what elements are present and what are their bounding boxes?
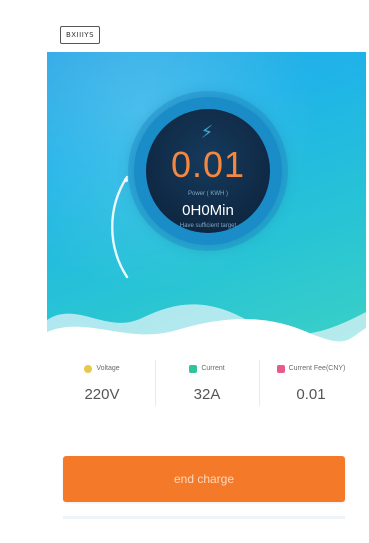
divider [259, 360, 260, 406]
stat-current-value: 32A [193, 386, 221, 403]
divider [155, 360, 156, 406]
power-value: 0.01 [170, 144, 246, 185]
time-value: 0H0Min [182, 202, 234, 219]
status-tag: BXIIIYS [60, 26, 101, 44]
power-label: Power ( KWH ) [187, 191, 228, 197]
stat-current-head: Current [157, 362, 257, 376]
bolt-icon: ⚡ [200, 122, 214, 143]
stat-voltage: Voltage 220V [52, 342, 152, 422]
fee-icon [276, 365, 285, 373]
stat-voltage-head: Voltage [52, 362, 152, 376]
current-icon [189, 365, 198, 373]
stats-row: Voltage 220V Current 32A Current Fee(CNY… [47, 342, 366, 422]
stat-current: Current 32A [157, 342, 257, 422]
stat-fee: Current Fee(CNY) 0.01 [261, 342, 361, 422]
footer-divider [63, 516, 345, 519]
stat-fee-label: Current Fee(CNY) [288, 365, 346, 372]
stat-current-label: Current [201, 365, 225, 372]
stat-fee-head: Current Fee(CNY) [261, 362, 361, 376]
voltage-icon [84, 365, 93, 373]
charging-panel: ⚡ 0.01 Power ( KWH ) 0H0Min Have suffici… [47, 52, 366, 342]
end-charge-button[interactable]: end charge [63, 456, 345, 502]
top-bar: BXIIIYS [0, 0, 369, 52]
stat-fee-value: 0.01 [296, 386, 326, 403]
wave-decoration [47, 304, 366, 342]
stat-voltage-label: Voltage [96, 365, 120, 372]
time-label: Have sufficient target [179, 223, 237, 229]
stat-voltage-value: 220V [84, 386, 120, 403]
